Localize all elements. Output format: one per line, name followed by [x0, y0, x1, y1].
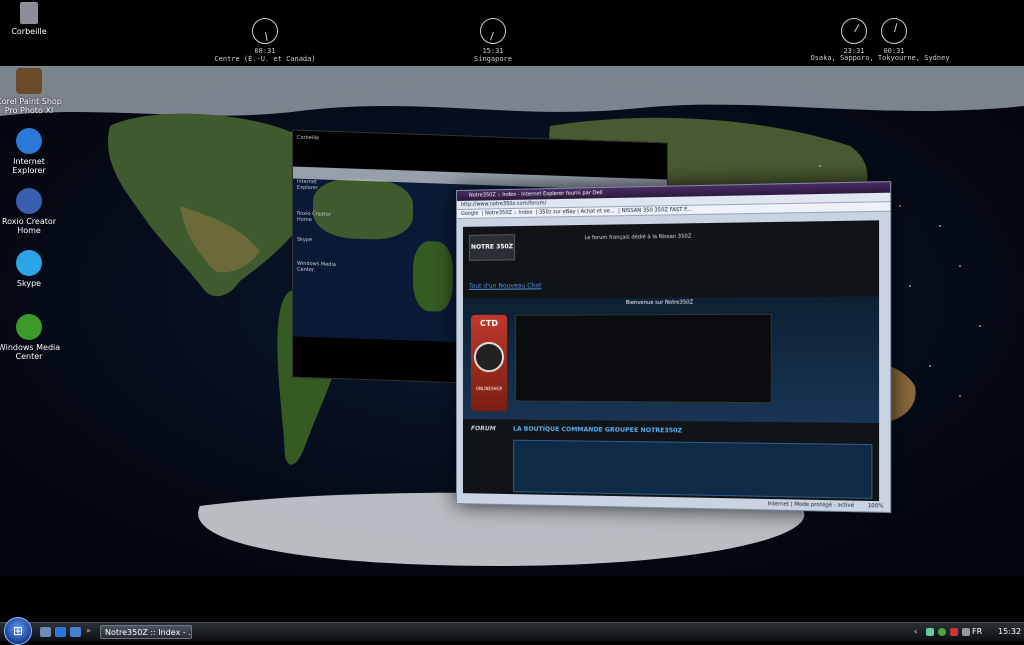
world-clock-osaka: 23:31 — [836, 18, 872, 55]
shop-badge[interactable]: CTD ONLINESHOP — [470, 314, 508, 412]
desktop-icon-paint-shop[interactable]: Corel Paint Shop Pro Photo XI — [0, 68, 62, 115]
site-logo[interactable]: NOTRE 350Z — [468, 234, 516, 261]
clock-face-icon — [480, 18, 506, 44]
top-clock-band: 08:31 Centre (É.-U. et Canada) 15:31 Sin… — [0, 0, 1024, 66]
welcome-message-box — [515, 313, 772, 404]
bottom-band — [0, 576, 1024, 622]
world-clock-singapore: 15:31 Singapore — [458, 18, 528, 63]
browser-tab[interactable]: Notre350Z :: Index — [485, 210, 532, 217]
tray-app-icon[interactable] — [938, 628, 946, 636]
badge-subtitle: ONLINESHOP — [475, 386, 503, 392]
clock-group-label: Osaka, Sapporo, Tokyourne, Sydney — [810, 54, 950, 62]
recycle-bin-icon — [20, 2, 38, 24]
browser-tab[interactable]: 350z sur eBay | Achat et ve... — [539, 208, 615, 215]
clock-face-icon — [881, 18, 907, 44]
windows-logo-icon: ⊞ — [12, 624, 24, 638]
desktop-icon-label: Skype — [16, 279, 42, 288]
roxio-icon — [16, 188, 42, 214]
browser-page-content: NOTRE 350Z Le forum français dédié à la … — [462, 220, 880, 502]
tray-security-icon[interactable] — [950, 628, 958, 636]
taskbar-button-browser[interactable]: Notre350Z :: Index - ... — [100, 625, 192, 639]
section-title: Bienvenue sur Notre350Z — [625, 299, 694, 307]
forum-label: FORUM — [470, 425, 496, 433]
desktop-icon-label: Roxio Creator Home — [1, 217, 57, 235]
flip3d-window-browser[interactable]: Notre350Z :: Index - Internet Explorer f… — [456, 181, 892, 513]
system-tray: ‹ FR 15:32 — [914, 623, 1024, 641]
tray-network-icon[interactable] — [926, 628, 934, 636]
quicklaunch-chevron-icon[interactable]: » — [86, 626, 91, 635]
tray-clock[interactable]: 15:32 — [998, 623, 1021, 641]
desktop-icon-media-center[interactable]: Windows Media Center — [0, 314, 62, 361]
tray-language[interactable]: FR — [972, 623, 982, 641]
clock-time: 08:31 — [254, 47, 276, 55]
site-welcome-text: Le forum français dédié à la Nissan 350Z — [584, 233, 692, 242]
search-engine-label[interactable]: Google — [461, 211, 479, 217]
world-clock-sydney: 00:31 — [876, 18, 912, 55]
welcome-panel: Bienvenue sur Notre350Z CTD ONLINESHOP — [462, 296, 880, 424]
desktop-icon-label: Corbeille — [11, 27, 47, 36]
desktop-icon-label: Corel Paint Shop Pro Photo XI — [0, 97, 62, 115]
clock-time: 15:31 — [482, 47, 504, 55]
browser-status-bar: Internet | Mode protégé : activé — [767, 501, 855, 510]
browser-zoom[interactable]: 100% — [868, 503, 884, 510]
world-clock-central: 08:31 Centre (É.-U. et Canada) — [212, 18, 318, 63]
forum-table — [513, 439, 873, 499]
media-center-icon — [16, 314, 42, 340]
desktop-icon-roxio[interactable]: Roxio Creator Home — [0, 188, 62, 235]
clock-label: Centre (É.-U. et Canada) — [214, 55, 316, 63]
tray-chevron-icon[interactable]: ‹ — [914, 623, 917, 641]
paint-shop-icon — [16, 68, 42, 94]
back-window-icon-label: Roxio Creator Home — [297, 210, 331, 224]
start-button[interactable]: ⊞ — [4, 617, 32, 645]
taskbar: ⊞ » Notre350Z :: Index - ... ‹ FR 15:32 — [0, 617, 1024, 645]
badge-z-icon — [473, 341, 505, 373]
desktop-icon-label: Internet Explorer — [12, 157, 46, 175]
switch-windows-icon[interactable] — [70, 627, 81, 637]
desktop-icon-internet-explorer[interactable]: Internet Explorer — [0, 128, 62, 175]
tray-volume-icon[interactable] — [962, 628, 970, 636]
topic-title-link[interactable]: Tout d'un Nouveau Chat — [469, 282, 542, 290]
browser-tab[interactable]: NISSAN 350 350Z FAST F... — [622, 207, 692, 214]
back-window-icon-label: Corbeille — [297, 134, 320, 142]
skype-icon — [16, 250, 42, 276]
clock-face-icon — [841, 18, 867, 44]
clock-label: Singapore — [474, 55, 512, 63]
desktop-icon-skype[interactable]: Skype — [0, 250, 62, 288]
back-window-icon-label: Windows Media Center — [297, 260, 336, 274]
clock-face-icon — [252, 18, 278, 44]
show-desktop-icon[interactable] — [40, 627, 51, 637]
badge-title: CTD — [479, 318, 498, 328]
back-window-icon-label: Internet Explorer — [297, 178, 318, 192]
quicklaunch-ie-icon[interactable] — [55, 627, 66, 637]
shop-heading-link[interactable]: LA BOUTIQUE COMMANDE GROUPEE NOTRE350Z — [513, 426, 682, 435]
internet-explorer-icon — [16, 128, 42, 154]
desktop-icon-label: Windows Media Center — [0, 343, 61, 361]
desktop-icon-recycle-bin[interactable]: Corbeille — [0, 2, 62, 36]
